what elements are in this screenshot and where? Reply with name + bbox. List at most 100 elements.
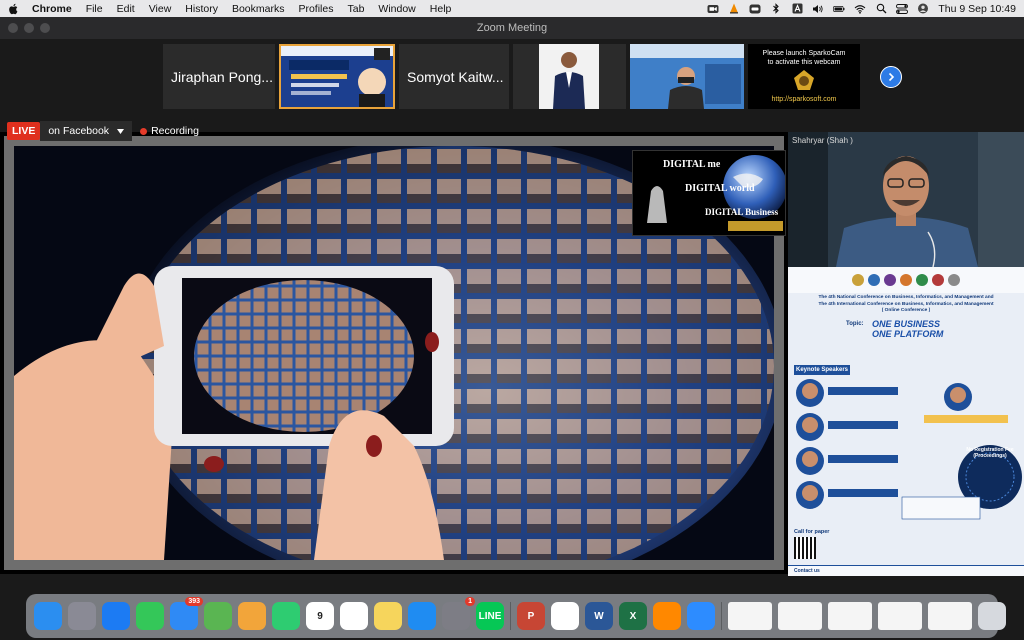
university-logo-icon: [900, 274, 912, 286]
poster-contact: Contact us: [794, 568, 820, 574]
zoom-status-icon[interactable]: [707, 3, 719, 14]
line-icon[interactable]: LINE: [476, 602, 504, 630]
window-controls: [8, 23, 50, 33]
line-status-icon[interactable]: [749, 3, 761, 14]
reminders-icon[interactable]: [340, 602, 368, 630]
menu-help[interactable]: Help: [430, 3, 452, 15]
zoom-icon[interactable]: [687, 602, 715, 630]
qr-code-icon: [794, 537, 816, 559]
user-switch-icon[interactable]: [917, 3, 929, 14]
dock: 393 9 1 LINE P W X: [26, 594, 1006, 638]
minimized-window-thumbnail[interactable]: [728, 602, 772, 630]
bluetooth-icon[interactable]: [770, 3, 782, 14]
next-page-button[interactable]: [880, 66, 902, 88]
messages-icon[interactable]: [136, 602, 164, 630]
powerpoint-icon[interactable]: P: [517, 602, 545, 630]
launchpad-icon[interactable]: [68, 602, 96, 630]
photos-icon[interactable]: [238, 602, 266, 630]
status-menus: Thu 9 Sep 10:49: [707, 3, 1016, 15]
screen: Chrome File Edit View History Bookmarks …: [0, 0, 1024, 640]
participant-name: Somyot Kaitw...: [407, 68, 504, 85]
window-title: Zoom Meeting: [476, 22, 548, 34]
menu-app-chrome[interactable]: Chrome: [32, 3, 72, 15]
menu-profiles[interactable]: Profiles: [298, 3, 333, 15]
calendar-icon[interactable]: 9: [306, 602, 334, 630]
trash-icon[interactable]: [978, 602, 1006, 630]
minimize-window-button[interactable]: [24, 23, 34, 33]
poster-logo-row: [788, 267, 1024, 293]
minimized-window-thumbnail[interactable]: [828, 602, 872, 630]
participant-tile-video-2[interactable]: [630, 44, 744, 109]
participant-tile-sparkocam[interactable]: Please launch SparkoCam to activate this…: [748, 44, 860, 109]
control-center-icon[interactable]: [896, 3, 909, 14]
menu-view[interactable]: View: [149, 3, 172, 15]
window-title-bar: Zoom Meeting: [0, 17, 1024, 39]
participant-tile-jiraphan[interactable]: Jiraphan Pong...: [163, 44, 275, 109]
menu-edit[interactable]: Edit: [117, 3, 135, 15]
chevron-right-icon: [888, 72, 895, 82]
poster-topic-line-1: ONE BUSINESS: [872, 319, 941, 329]
speaker-video-feed: [788, 132, 1024, 267]
calendar-icon-label: 9: [317, 610, 323, 622]
participant-tile-somyot[interactable]: Somyot Kaitw...: [399, 44, 509, 109]
conference-poster-thumbnail: [279, 44, 395, 109]
caret-down-icon: [117, 128, 125, 134]
menu-file[interactable]: File: [86, 3, 103, 15]
webcam-notice-line-2: to activate this webcam: [767, 59, 841, 66]
menu-bookmarks[interactable]: Bookmarks: [232, 3, 285, 15]
participant-video: [513, 44, 626, 109]
apple-icon[interactable]: [8, 3, 20, 15]
input-source-icon[interactable]: [791, 3, 803, 14]
menu-history[interactable]: History: [185, 3, 218, 15]
word-icon[interactable]: W: [585, 602, 613, 630]
vlc-status-icon[interactable]: [728, 3, 740, 14]
excel-icon[interactable]: X: [619, 602, 647, 630]
excel-icon-label: X: [629, 610, 637, 622]
speaker-video[interactable]: Shahryar (Shah ): [788, 132, 1024, 267]
poster-heading-3: ( Online Conference ): [881, 308, 931, 313]
menu-tab[interactable]: Tab: [347, 3, 364, 15]
chrome-icon[interactable]: [551, 602, 579, 630]
powerpoint-icon-label: P: [527, 610, 535, 622]
live-destination-dropdown[interactable]: on Facebook: [40, 121, 133, 141]
participant-tile-video-1[interactable]: [513, 44, 626, 109]
clock[interactable]: Thu 9 Sep 10:49: [938, 3, 1016, 15]
maps-icon[interactable]: [204, 602, 232, 630]
system-preferences-badge: 1: [465, 597, 475, 606]
slide-inset: DIGITAL me DIGITAL world DIGITAL Busines…: [632, 150, 786, 236]
finder-icon[interactable]: [34, 602, 62, 630]
poster-topic-label: Topic:: [846, 321, 864, 327]
participant-name: Jiraphan Pong...: [171, 68, 273, 85]
volume-icon[interactable]: [812, 3, 824, 14]
shared-screen[interactable]: DIGITAL me DIGITAL world DIGITAL Busines…: [0, 132, 788, 574]
webcam-notice-url[interactable]: http://sparkosoft.com: [748, 96, 860, 103]
word-icon-label: W: [594, 610, 604, 622]
zoom-window-button[interactable]: [40, 23, 50, 33]
vlc-icon[interactable]: [653, 602, 681, 630]
system-preferences-icon[interactable]: 1: [442, 597, 475, 630]
recording-indicator[interactable]: Recording: [140, 125, 199, 137]
spotlight-icon[interactable]: [875, 3, 887, 14]
inset-text-line-3: DIGITAL Business: [705, 207, 779, 217]
wifi-icon[interactable]: [854, 3, 866, 14]
live-badge: LIVE: [7, 122, 41, 140]
record-dot-icon: [140, 127, 148, 135]
close-window-button[interactable]: [8, 23, 18, 33]
mail-icon[interactable]: 393: [170, 597, 203, 630]
battery-icon[interactable]: [833, 3, 845, 14]
university-logo-icon: [852, 274, 864, 286]
safari-icon[interactable]: [102, 602, 130, 630]
participant-tile-poster[interactable]: [279, 44, 395, 109]
facetime-icon[interactable]: [272, 602, 300, 630]
dock-separator: [721, 602, 722, 630]
minimized-window-thumbnail[interactable]: [878, 602, 922, 630]
menu-window[interactable]: Window: [378, 3, 415, 15]
sparkocam-logo-icon: [794, 70, 814, 90]
app-store-icon[interactable]: [408, 602, 436, 630]
recording-label: Recording: [151, 125, 199, 137]
notes-icon[interactable]: [374, 602, 402, 630]
poster-heading-1: The 4th National Conference on Business,…: [818, 295, 994, 300]
minimized-window-thumbnail[interactable]: [928, 602, 972, 630]
university-logo-icon: [932, 274, 944, 286]
minimized-window-thumbnail[interactable]: [778, 602, 822, 630]
